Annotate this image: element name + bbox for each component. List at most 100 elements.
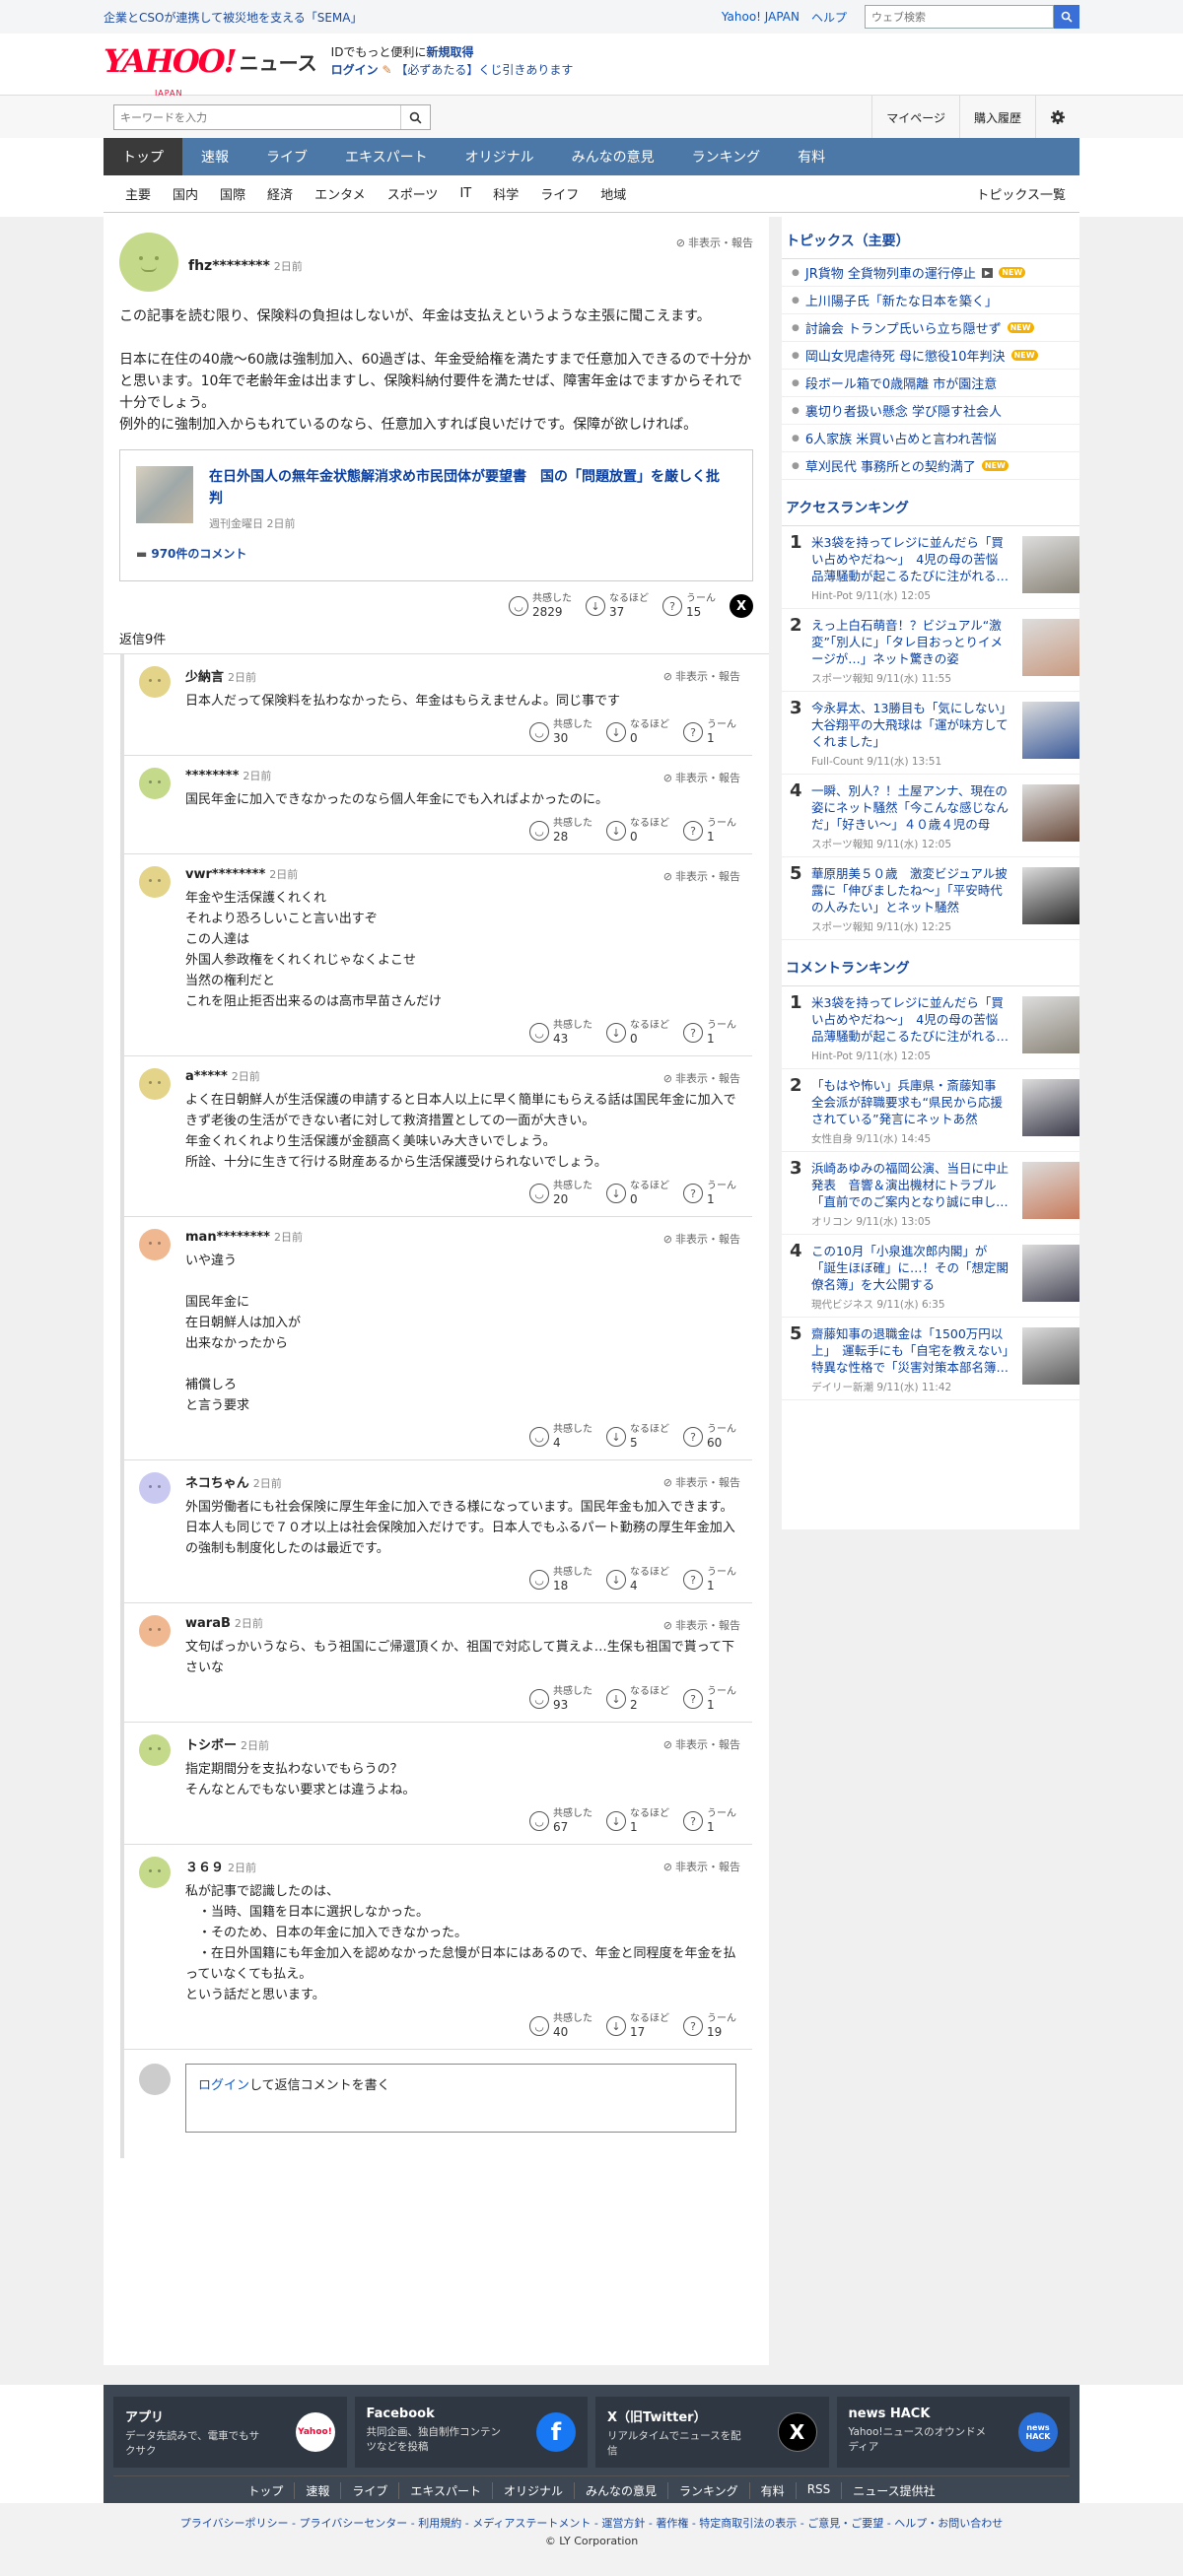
category-item[interactable]: 地域: [590, 184, 637, 203]
hide-report-button[interactable]: ⊘ 非表示・報告: [663, 1231, 740, 1247]
hide-report-button[interactable]: ⊘ 非表示・報告: [663, 668, 740, 684]
hide-report-button[interactable]: ⊘ 非表示・報告: [663, 1474, 740, 1490]
category-item[interactable]: ライフ: [529, 184, 590, 203]
ranking-item[interactable]: 1 米3袋を持ってレジに並んだら「買い占めやだね〜」 4児の母の苦悩 品薄騒動が起…: [782, 986, 1079, 1069]
naruhodo-button[interactable]: ↓ なるほど 17: [606, 2013, 669, 2039]
agree-button[interactable]: ◡ 共感した 67: [529, 1808, 592, 1834]
category-item[interactable]: 主要: [104, 184, 162, 203]
agree-button[interactable]: ◡ 共感した 20: [529, 1181, 592, 1206]
footer-nav-item[interactable]: ライブ: [340, 2482, 398, 2499]
category-item[interactable]: 国際: [209, 184, 256, 203]
agree-button[interactable]: ◡ 共感した 4: [529, 1424, 592, 1450]
article-title[interactable]: 在日外国人の無年金状態解消求め市民団体が要望書 国の「問題放置」を厳しく批判: [209, 466, 732, 509]
footer-nav-item[interactable]: エキスパート: [398, 2482, 492, 2499]
ranking-item[interactable]: 1 米3袋を持ってレジに並んだら「買い占めやだね〜」 4児の母の苦悩 品薄騒動が起…: [782, 526, 1079, 609]
hide-report-button[interactable]: ⊘ 非表示・報告: [676, 235, 753, 250]
uun-button[interactable]: ? うーん 15: [662, 593, 716, 619]
gnav-item[interactable]: オリジナル: [447, 138, 553, 175]
naruhodo-button[interactable]: ↓ なるほど 2: [606, 1686, 669, 1712]
naruhodo-button[interactable]: ↓ なるほど 5: [606, 1424, 669, 1450]
yahoo-news-logo[interactable]: YAHOO! JAPAN ニュース: [104, 45, 317, 98]
ranking-item[interactable]: 3 今永昇太、13勝目も「気にしない」 大谷翔平の大飛球は「運が味方してくれました…: [782, 692, 1079, 775]
purchase-history-link[interactable]: 購入履歴: [958, 96, 1035, 139]
web-search-button[interactable]: [1054, 5, 1079, 29]
topic-item[interactable]: ● 岡山女児虐待死 母に懲役10年判決 NEW: [782, 342, 1079, 370]
ranking-item[interactable]: 3 浜崎あゆみの福岡公演、当日に中止発表 音響＆演出機材にトラブル「直前でのご案内…: [782, 1152, 1079, 1235]
uun-button[interactable]: ? うーん 1: [683, 1181, 736, 1206]
hide-report-button[interactable]: ⊘ 非表示・報告: [663, 1070, 740, 1086]
gnav-item[interactable]: 有料: [779, 138, 844, 175]
ranking-item[interactable]: 2 「もはや怖い」兵庫県・斎藤知事 全会派が辞職要求も“県民から応援されている”発…: [782, 1069, 1079, 1152]
naruhodo-button[interactable]: ↓ なるほど 0: [606, 1020, 669, 1046]
ranking-item[interactable]: 4 この10月「小泉進次郎内閣」が「誕生ほぼ確」に…！その「想定閣僚名簿」を大公開…: [782, 1235, 1079, 1318]
footer-nav-item[interactable]: みんなの意見: [574, 2482, 667, 2499]
gnav-item[interactable]: ライブ: [247, 138, 326, 175]
hide-report-button[interactable]: ⊘ 非表示・報告: [663, 868, 740, 884]
news-search-input[interactable]: [114, 105, 400, 129]
gnav-item[interactable]: ランキング: [673, 138, 780, 175]
category-item[interactable]: IT: [449, 186, 482, 201]
settings-button[interactable]: [1035, 96, 1079, 139]
agree-button[interactable]: ◡ 共感した 30: [529, 719, 592, 745]
category-item[interactable]: スポーツ: [377, 184, 450, 203]
ranking-item[interactable]: 5 齋藤知事の退職金は「1500万円以上」 運転手にも「自宅を教えない」特異な性格…: [782, 1318, 1079, 1400]
lottery-link[interactable]: 【必ずあたる】くじ引きあります: [395, 63, 573, 77]
naruhodo-button[interactable]: ↓ なるほど 1: [606, 1808, 669, 1834]
signup-link[interactable]: 新規取得: [426, 45, 473, 59]
uun-button[interactable]: ? うーん 1: [683, 818, 736, 844]
mypage-link[interactable]: マイページ: [871, 96, 959, 139]
footer-nav-item[interactable]: ニュース提供社: [841, 2482, 945, 2499]
uun-button[interactable]: ? うーん 1: [683, 719, 736, 745]
uun-button[interactable]: ? うーん 19: [683, 2013, 736, 2039]
naruhodo-button[interactable]: ↓ なるほど 0: [606, 1181, 669, 1206]
footer-card[interactable]: アプリ データ先読みで、電車でもサクサク Yahoo!: [113, 2397, 347, 2468]
gnav-item[interactable]: トップ: [104, 138, 182, 175]
footer-nav-item[interactable]: ランキング: [667, 2482, 749, 2499]
agree-button[interactable]: ◡ 共感した 2829: [509, 593, 572, 619]
gnav-item[interactable]: みんなの意見: [553, 138, 673, 175]
ranking-item[interactable]: 5 華原朋美５０歳 激変ビジュアル披露に「伸びましたね〜」「平安時代の人みたい」と…: [782, 857, 1079, 940]
footer-card[interactable]: X（旧Twitter） リアルタイムでニュースを配信 X: [595, 2397, 829, 2468]
footer-nav-item[interactable]: 速報: [294, 2482, 340, 2499]
naruhodo-button[interactable]: ↓ なるほど 0: [606, 719, 669, 745]
reply-login-link[interactable]: ログイン: [198, 2078, 249, 2093]
hide-report-button[interactable]: ⊘ 非表示・報告: [663, 1617, 740, 1633]
uun-button[interactable]: ? うーん 1: [683, 1686, 736, 1712]
footer-card[interactable]: Facebook 共同企画、独自制作コンテンツなどを投稿 f: [354, 2397, 588, 2468]
uun-button[interactable]: ? うーん 1: [683, 1567, 736, 1593]
uun-button[interactable]: ? うーん 1: [683, 1020, 736, 1046]
x-share-icon[interactable]: X: [730, 594, 753, 618]
naruhodo-button[interactable]: ↓ なるほど 4: [606, 1567, 669, 1593]
article-comments-link[interactable]: ▬ 970件のコメント: [136, 545, 246, 562]
footer-nav-item[interactable]: トップ: [237, 2482, 294, 2499]
hide-report-button[interactable]: ⊘ 非表示・報告: [663, 1859, 740, 1874]
agree-button[interactable]: ◡ 共感した 40: [529, 2013, 592, 2039]
topics-list-link[interactable]: トピックス一覧: [976, 184, 1079, 203]
agree-button[interactable]: ◡ 共感した 18: [529, 1567, 592, 1593]
naruhodo-button[interactable]: ↓ なるほど 0: [606, 818, 669, 844]
category-item[interactable]: 経済: [256, 184, 304, 203]
help-link[interactable]: ヘルプ: [811, 9, 847, 26]
topic-item[interactable]: ● 上川陽子氏「新たな日本を築く」: [782, 287, 1079, 314]
article-card[interactable]: 在日外国人の無年金状態解消求め市民団体が要望書 国の「問題放置」を厳しく批判 週…: [119, 449, 753, 581]
topic-item[interactable]: ● 討論会 トランプ氏いら立ち隠せず NEW: [782, 314, 1079, 342]
footer-card[interactable]: news HACK Yahoo!ニュースのオウンドメディア news HACK: [836, 2397, 1070, 2468]
category-item[interactable]: エンタメ: [304, 184, 377, 203]
hide-report-button[interactable]: ⊘ 非表示・報告: [663, 1736, 740, 1752]
category-item[interactable]: 国内: [162, 184, 209, 203]
agree-button[interactable]: ◡ 共感した 28: [529, 818, 592, 844]
topic-item[interactable]: ● 草刈民代 事務所との契約満了 NEW: [782, 452, 1079, 480]
category-item[interactable]: 科学: [482, 184, 529, 203]
footer-nav-item[interactable]: オリジナル: [492, 2482, 574, 2499]
topic-item[interactable]: ● 段ボール箱で0歳隔離 市が園注意: [782, 370, 1079, 397]
footer-links[interactable]: プライバシーポリシー - プライバシーセンター - 利用規約 - メディアステー…: [0, 2515, 1183, 2531]
footer-nav-item[interactable]: RSS: [795, 2482, 842, 2499]
yahoo-japan-link[interactable]: Yahoo! JAPAN: [722, 10, 800, 24]
promo-link[interactable]: 企業とCSOが連携して被災地を支える「SEMA」: [104, 9, 722, 26]
agree-button[interactable]: ◡ 共感した 43: [529, 1020, 592, 1046]
login-link[interactable]: ログイン: [331, 63, 379, 77]
hide-report-button[interactable]: ⊘ 非表示・報告: [663, 770, 740, 785]
topic-item[interactable]: ● 裏切り者扱い懸念 学び隠す社会人: [782, 397, 1079, 425]
ranking-item[interactable]: 4 一瞬、別人？！土屋アンナ、現在の姿にネット騒然「今こんな感じなんだ」「好きい〜…: [782, 775, 1079, 857]
topic-item[interactable]: ● 6人家族 米買い占めと言われ苦悩: [782, 425, 1079, 452]
